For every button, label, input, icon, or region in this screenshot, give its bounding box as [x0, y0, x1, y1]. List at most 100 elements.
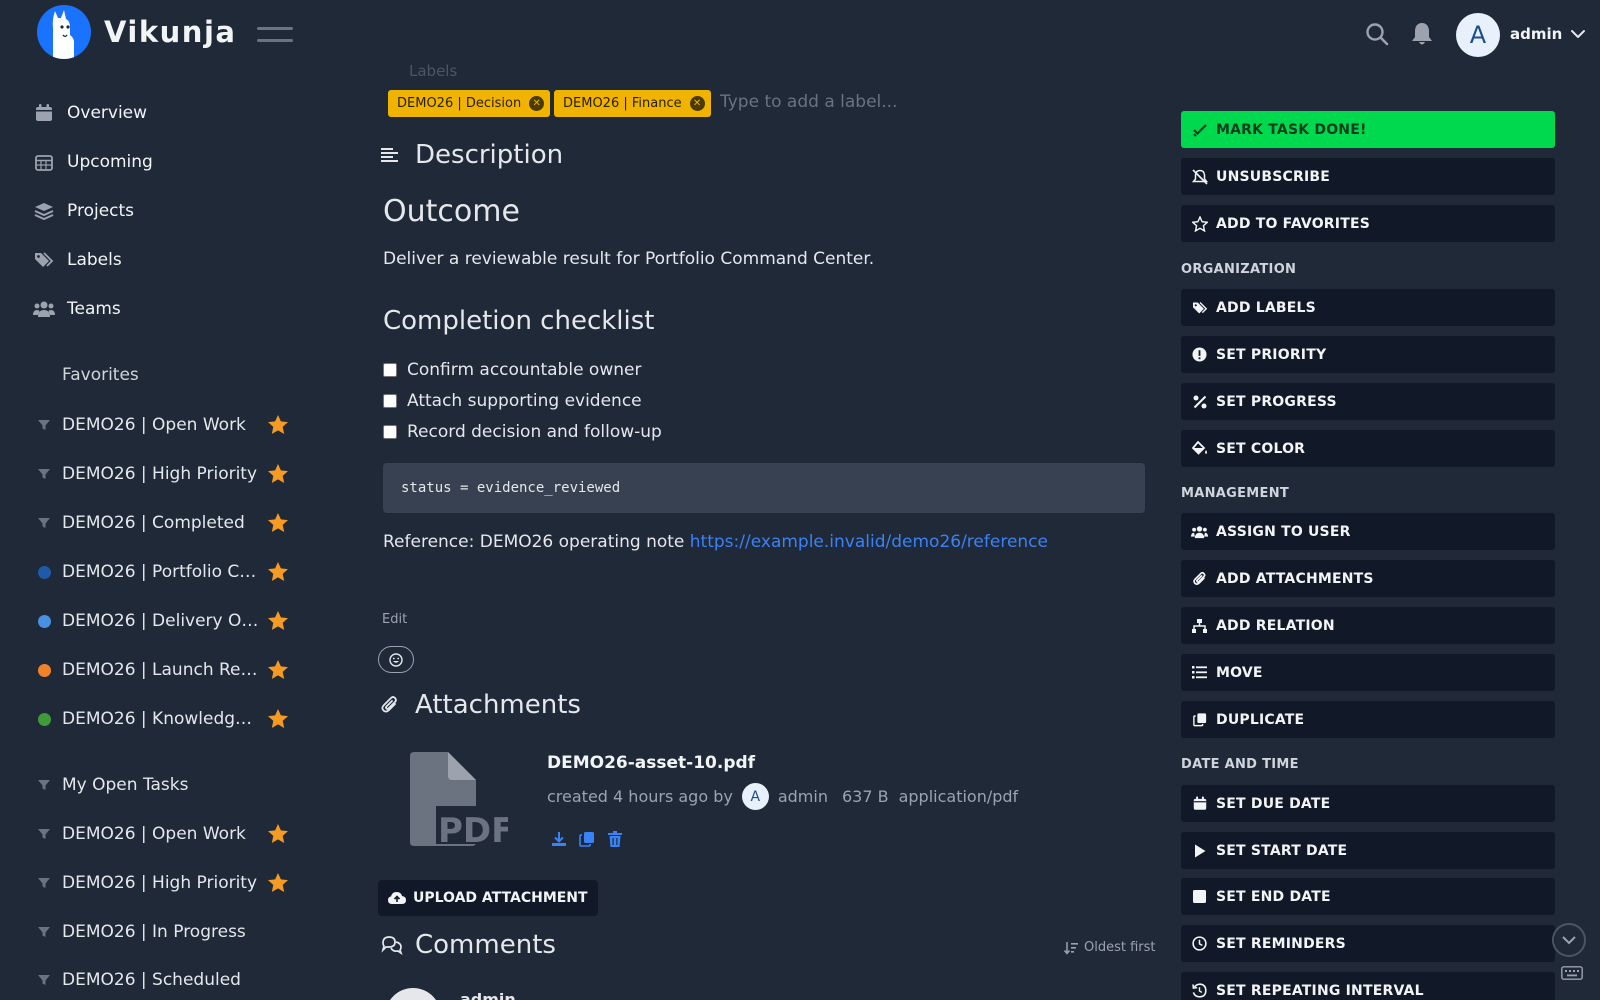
set-progress-button[interactable]: SET PROGRESS	[1181, 383, 1555, 420]
button-label: SET COLOR	[1216, 440, 1306, 457]
star-icon[interactable]	[267, 512, 289, 533]
nav-upcoming[interactable]: Upcoming	[33, 147, 153, 177]
favorite-item[interactable]: DEMO26 | Completed	[36, 509, 296, 537]
favorite-item[interactable]: DEMO26 | High Priority	[36, 460, 296, 488]
users-icon	[33, 300, 55, 318]
labels-heading: Labels	[409, 62, 458, 76]
star-icon[interactable]	[267, 872, 289, 893]
tags-icon	[1191, 301, 1208, 315]
app-logo[interactable]: Vikunja	[37, 5, 236, 59]
checkbox[interactable]	[383, 394, 397, 408]
set-color-button[interactable]: SET COLOR	[1181, 430, 1555, 467]
copy-icon[interactable]	[579, 831, 595, 847]
upload-attachment-button[interactable]: UPLOAD ATTACHMENT	[378, 880, 598, 916]
move-button[interactable]: MOVE	[1181, 654, 1555, 691]
notifications-button[interactable]	[1411, 22, 1433, 46]
favorite-item[interactable]: DEMO26 | Delivery Operations	[36, 607, 296, 635]
star-icon[interactable]	[267, 659, 289, 680]
nav-label: Teams	[67, 299, 121, 319]
organization-heading: ORGANIZATION	[1181, 262, 1297, 277]
label-input[interactable]	[720, 92, 960, 112]
search-icon	[1366, 23, 1389, 46]
filter-item[interactable]: DEMO26 | In Progress	[36, 918, 296, 946]
nav-labels[interactable]: Labels	[33, 245, 122, 275]
align-left-icon	[381, 147, 403, 163]
filter-item[interactable]: DEMO26 | Open Work	[36, 820, 296, 848]
scroll-down-button[interactable]	[1552, 923, 1586, 957]
checklist-item[interactable]: Record decision and follow-up	[383, 422, 662, 442]
favorite-item[interactable]: DEMO26 | Portfolio Command Center	[36, 558, 296, 586]
duplicate-button[interactable]: DUPLICATE	[1181, 701, 1555, 738]
favorite-label: DEMO26 | Portfolio Command Center	[62, 562, 262, 582]
checkbox[interactable]	[383, 425, 397, 439]
add-labels-button[interactable]: ADD LABELS	[1181, 289, 1555, 326]
filter-label: DEMO26 | Open Work	[62, 824, 246, 844]
star-icon[interactable]	[267, 610, 289, 631]
checklist-item[interactable]: Attach supporting evidence	[383, 391, 642, 411]
app-name: Vikunja	[104, 15, 237, 49]
username[interactable]: admin	[1510, 25, 1562, 43]
nav-teams[interactable]: Teams	[33, 294, 121, 324]
favorite-label: DEMO26 | Delivery Operations	[62, 611, 262, 631]
button-label: MARK TASK DONE!	[1216, 121, 1367, 138]
calendar-icon	[1191, 796, 1208, 811]
set-priority-button[interactable]: SET PRIORITY	[1181, 336, 1555, 373]
add-reaction-button[interactable]	[378, 646, 414, 673]
add-relation-button[interactable]: ADD RELATION	[1181, 607, 1555, 644]
edit-description-link[interactable]: Edit	[382, 612, 407, 627]
set-due-date-button[interactable]: SET DUE DATE	[1181, 785, 1555, 822]
checklist-item[interactable]: Confirm accountable owner	[383, 360, 641, 380]
uploader-name: admin	[777, 787, 828, 806]
paperclip-icon	[381, 695, 403, 715]
filter-icon	[36, 417, 52, 433]
user-avatar[interactable]: A	[1456, 13, 1500, 57]
menu-toggle-button[interactable]	[257, 25, 293, 45]
filter-label: DEMO26 | In Progress	[62, 922, 246, 942]
keyboard-shortcuts-button[interactable]	[1561, 966, 1583, 980]
heading-text: Description	[415, 140, 564, 170]
pdf-file-icon[interactable]: PDF	[410, 752, 508, 848]
remove-label-icon[interactable]: ✕	[689, 96, 705, 111]
star-icon[interactable]	[267, 463, 289, 484]
button-label: ASSIGN TO USER	[1216, 523, 1351, 540]
star-icon[interactable]	[267, 414, 289, 435]
check-double-icon	[1191, 123, 1208, 137]
filter-label: DEMO26 | Scheduled	[62, 970, 241, 990]
sort-comments-toggle[interactable]: Oldest first	[1064, 940, 1156, 955]
mark-done-button[interactable]: MARK TASK DONE!	[1181, 111, 1555, 148]
bell-icon	[1412, 23, 1432, 45]
filter-item[interactable]: My Open Tasks	[36, 771, 296, 799]
favorite-item[interactable]: DEMO26 | Open Work	[36, 411, 296, 439]
star-icon[interactable]	[267, 561, 289, 582]
star-icon[interactable]	[267, 708, 289, 729]
nav-label: Overview	[67, 103, 148, 123]
nav-overview[interactable]: Overview	[33, 98, 147, 128]
filter-item[interactable]: DEMO26 | High Priority	[36, 869, 296, 897]
trash-icon[interactable]	[607, 831, 623, 847]
button-label: ADD ATTACHMENTS	[1216, 570, 1374, 587]
set-end-date-button[interactable]: SET END DATE	[1181, 878, 1555, 915]
user-menu-toggle[interactable]	[1570, 28, 1586, 40]
nav-label: Upcoming	[67, 152, 153, 172]
favorite-item[interactable]: DEMO26 | Launch Readiness	[36, 656, 296, 684]
assign-user-button[interactable]: ASSIGN TO USER	[1181, 513, 1555, 550]
button-label: ADD LABELS	[1216, 299, 1316, 316]
set-start-date-button[interactable]: SET START DATE	[1181, 832, 1555, 869]
set-reminders-button[interactable]: SET REMINDERS	[1181, 925, 1555, 962]
checkbox[interactable]	[383, 363, 397, 377]
checklist-label: Record decision and follow-up	[407, 422, 662, 442]
download-icon[interactable]	[551, 831, 567, 847]
unsubscribe-button[interactable]: UNSUBSCRIBE	[1181, 158, 1555, 195]
remove-label-icon[interactable]: ✕	[529, 96, 545, 111]
attachment-name[interactable]: DEMO26-asset-10.pdf	[547, 753, 755, 773]
button-label: MOVE	[1216, 664, 1263, 681]
filter-item[interactable]: DEMO26 | Scheduled	[36, 966, 296, 994]
set-repeating-interval-button[interactable]: SET REPEATING INTERVAL	[1181, 972, 1555, 1000]
add-to-favorites-button[interactable]: ADD TO FAVORITES	[1181, 205, 1555, 242]
favorite-item[interactable]: DEMO26 | Knowledge Base	[36, 705, 296, 733]
reference-link[interactable]: https://example.invalid/demo26/reference	[690, 532, 1048, 552]
nav-projects[interactable]: Projects	[33, 196, 134, 226]
add-attachments-button[interactable]: ADD ATTACHMENTS	[1181, 560, 1555, 597]
search-button[interactable]	[1365, 22, 1389, 46]
star-icon[interactable]	[267, 823, 289, 844]
